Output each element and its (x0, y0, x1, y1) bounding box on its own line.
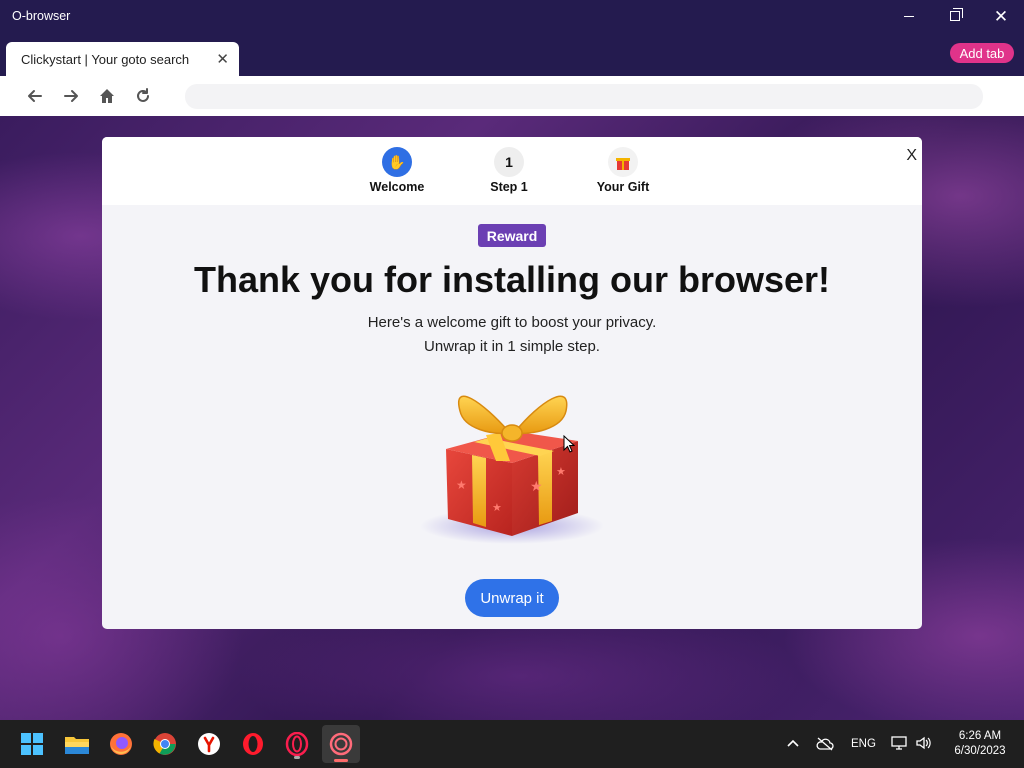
waving-hand-icon: ✋ (382, 147, 412, 177)
forward-button[interactable] (59, 84, 83, 108)
arrow-right-icon (64, 90, 78, 102)
chrome-icon[interactable] (149, 728, 181, 760)
clock-date: 6/30/2023 (954, 745, 1006, 757)
yandex-icon[interactable] (193, 728, 225, 760)
step-number: 1 (494, 147, 524, 177)
home-icon (100, 89, 114, 103)
restore-icon (950, 8, 963, 21)
svg-text:★: ★ (492, 501, 502, 514)
o-browser-icon[interactable] (322, 725, 360, 763)
address-bar[interactable] (185, 84, 983, 109)
stepper-header: ✋ Welcome 1 Step 1 Your Gift X (102, 137, 922, 205)
mouse-cursor-icon (563, 435, 575, 453)
reload-icon (137, 88, 149, 102)
step-label: Welcome (369, 180, 425, 194)
subtitle-line-1: Here's a welcome gift to boost your priv… (367, 314, 657, 331)
subtitle-line-2: Unwrap it in 1 simple step. (424, 338, 600, 355)
welcome-modal: ✋ Welcome 1 Step 1 Your Gift X Reward Th… (102, 137, 922, 629)
arrow-left-icon (28, 90, 42, 102)
back-button[interactable] (23, 84, 47, 108)
onedrive-offline-icon[interactable] (816, 736, 834, 752)
network-icon[interactable] (891, 735, 909, 751)
page-title: Thank you for installing our browser! (193, 259, 831, 300)
add-tab-button[interactable]: Add tab (950, 43, 1014, 63)
navigation-bar (0, 76, 1024, 116)
modal-close-button[interactable]: X (906, 147, 917, 165)
app-title: O-browser (12, 9, 71, 23)
step-label: Step 1 (490, 180, 528, 194)
reward-badge: Reward (478, 224, 546, 247)
gift-box-illustration: ★ ★ ★ ★ (420, 395, 604, 544)
step-label: Your Gift (596, 180, 650, 194)
active-indicator (334, 759, 348, 762)
opera-gx-icon[interactable] (281, 728, 313, 760)
taskbar: ENG (0, 720, 1024, 768)
opera-icon[interactable] (237, 728, 269, 760)
reload-button[interactable] (131, 84, 155, 108)
tab-close-icon[interactable]: ✕ (216, 50, 229, 68)
svg-text:★: ★ (530, 479, 543, 495)
close-icon: ✕ (993, 6, 1009, 26)
file-explorer-icon[interactable] (61, 728, 93, 760)
title-bar: O-browser ✕ Clickystart | Your goto sear… (0, 0, 1024, 76)
step-1[interactable]: 1 Step 1 (454, 147, 564, 194)
unwrap-button[interactable]: Unwrap it (465, 579, 559, 617)
language-indicator[interactable]: ENG (851, 738, 876, 750)
chevron-up-icon[interactable] (786, 738, 800, 748)
tab-label: Clickystart | Your goto search (21, 52, 190, 67)
svg-text:★: ★ (456, 478, 467, 492)
step-welcome[interactable]: ✋ Welcome (342, 147, 452, 194)
minimize-icon (904, 15, 914, 17)
running-indicator (294, 756, 300, 759)
clock-time: 6:26 AM (958, 730, 1002, 742)
minimize-button[interactable] (886, 0, 932, 32)
maximize-button[interactable] (932, 0, 978, 32)
close-window-button[interactable]: ✕ (978, 0, 1024, 32)
svg-text:★: ★ (556, 465, 566, 478)
step-your-gift[interactable]: Your Gift (568, 147, 678, 194)
windows-start-icon[interactable] (16, 728, 48, 760)
home-button[interactable] (95, 84, 119, 108)
system-clock[interactable]: 6:26 AM 6/30/2023 (940, 729, 1020, 759)
gift-icon (608, 147, 638, 177)
volume-icon[interactable] (915, 735, 933, 751)
tab-clickystart[interactable]: Clickystart | Your goto search ✕ (6, 42, 239, 76)
firefox-icon[interactable] (105, 728, 137, 760)
